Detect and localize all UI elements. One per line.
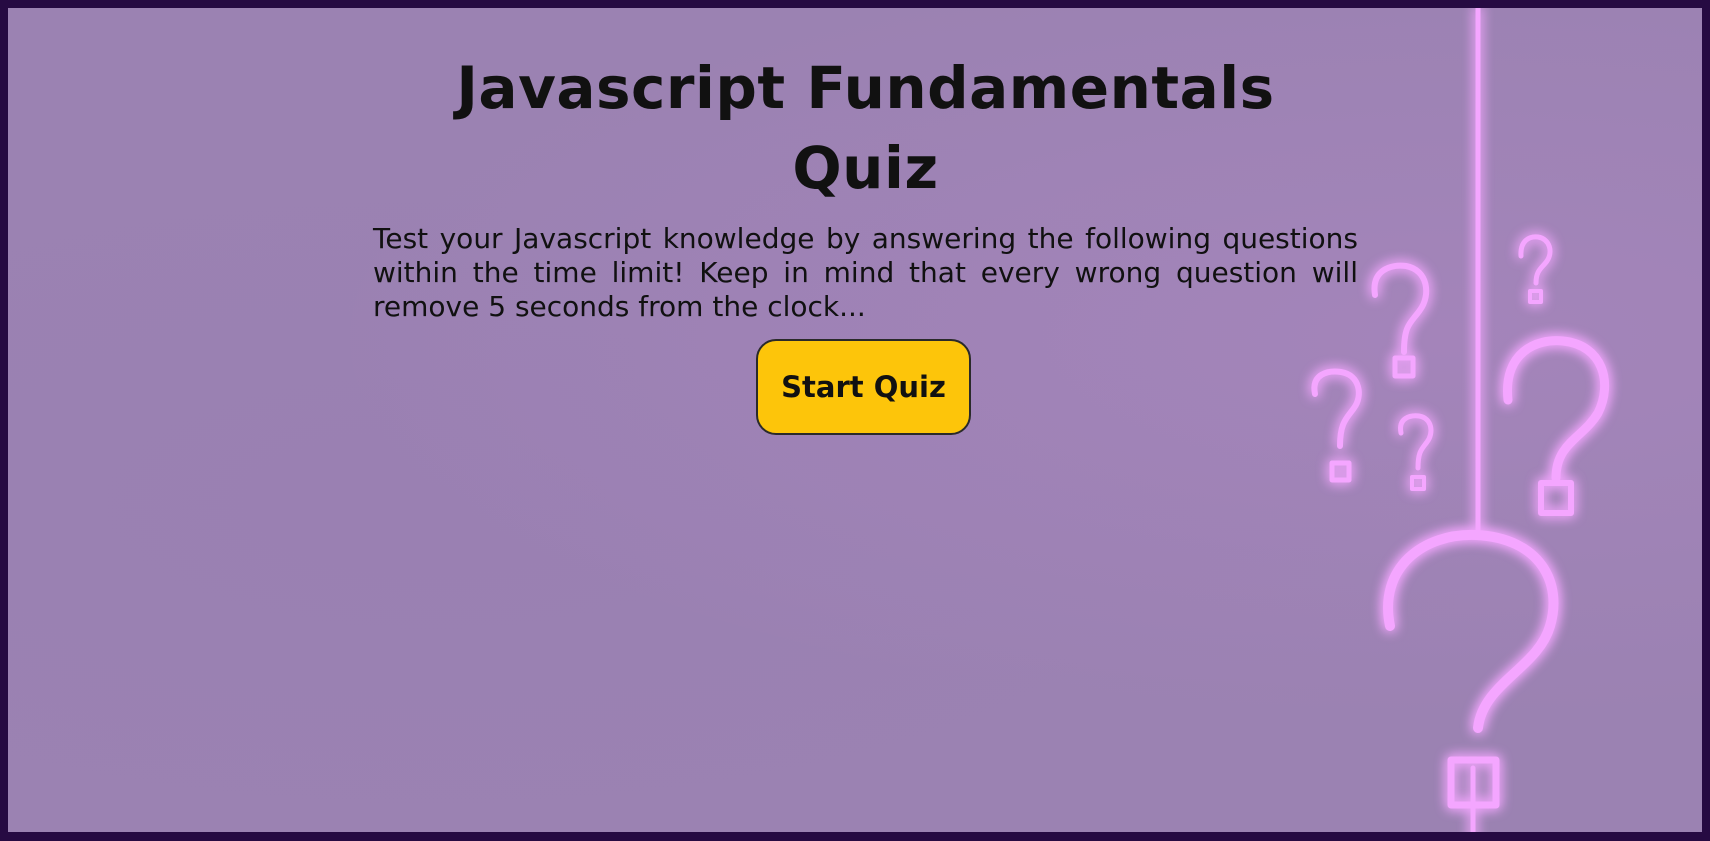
quiz-start-screen: Javascript Fundamentals Quiz Test your J… <box>0 0 1710 841</box>
start-quiz-button[interactable]: Start Quiz <box>756 339 971 435</box>
quiz-description: Test your Javascript knowledge by answer… <box>373 222 1358 323</box>
page-title: Javascript Fundamentals Quiz <box>456 54 1275 202</box>
intro-panel: Javascript Fundamentals Quiz Test your J… <box>373 48 1358 324</box>
